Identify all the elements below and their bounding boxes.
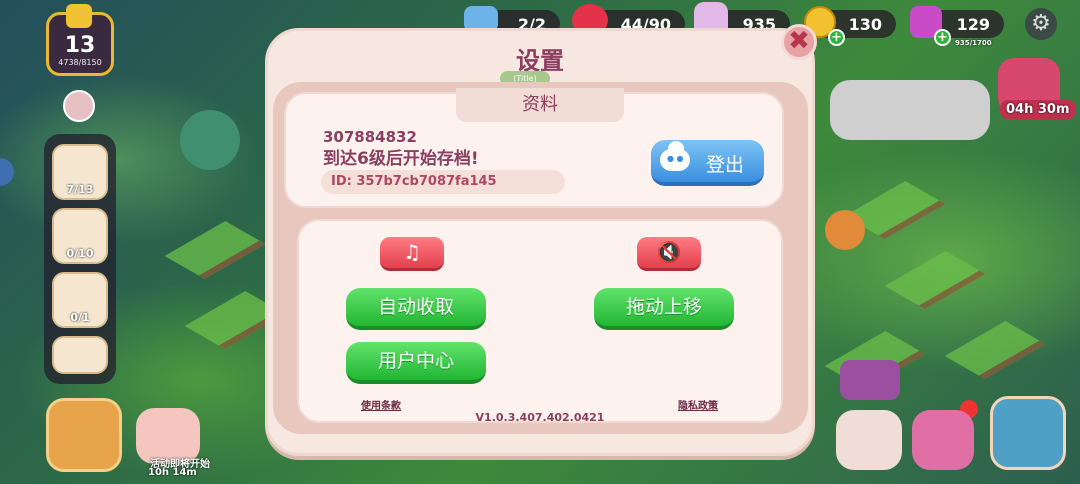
auto-collect-button[interactable]: 自动收取 bbox=[346, 288, 486, 330]
compass-button[interactable] bbox=[46, 398, 122, 472]
xp-progress: 4738/8150 bbox=[58, 58, 102, 67]
order-item[interactable]: 7/13 bbox=[52, 144, 108, 200]
privacy-link[interactable]: 隐私政策 bbox=[678, 397, 718, 412]
version-label: V1.0.3.407.402.0421 bbox=[475, 411, 605, 424]
logout-label: 登出 bbox=[706, 154, 745, 176]
gems-value: 129 bbox=[956, 14, 990, 34]
castle-building bbox=[830, 80, 990, 140]
shop-button[interactable] bbox=[990, 396, 1066, 470]
edit-icon[interactable] bbox=[63, 90, 95, 122]
cloud-icon: ● ● bbox=[660, 141, 690, 171]
level-number: 13 bbox=[64, 33, 96, 58]
chest-timer: 04h 30m bbox=[1000, 100, 1076, 119]
order-count: 0/1 bbox=[70, 311, 90, 324]
order-count: 0/10 bbox=[66, 247, 94, 260]
save-message: 到达6级后开始存档! bbox=[323, 149, 479, 169]
music-off-icon: ♫ bbox=[403, 240, 421, 264]
order-count: 7/13 bbox=[66, 183, 94, 196]
device-id: ID: 357b7cb7087fa145 bbox=[321, 170, 565, 194]
sound-mute-icon: 🔇 bbox=[656, 240, 682, 264]
order-item[interactable]: 0/10 bbox=[52, 208, 108, 264]
order-item[interactable] bbox=[52, 336, 108, 374]
logout-button[interactable]: ● ● 登出 bbox=[651, 140, 764, 186]
gems-cap: 935/1700 bbox=[955, 39, 992, 47]
music-toggle[interactable]: ♫ bbox=[380, 237, 444, 271]
add-gems-button[interactable]: + bbox=[934, 29, 951, 46]
grass-tile bbox=[164, 220, 266, 280]
star-icon bbox=[66, 4, 92, 28]
add-coins-button[interactable]: + bbox=[828, 29, 845, 46]
drag-up-button[interactable]: 拖动上移 bbox=[594, 288, 734, 330]
grass-tile bbox=[944, 320, 1046, 380]
tree-icon bbox=[825, 210, 865, 250]
user-center-button[interactable]: 用户中心 bbox=[346, 342, 486, 384]
tree-icon bbox=[180, 110, 240, 170]
coins-value: 130 bbox=[848, 14, 882, 34]
gear-icon[interactable]: ⚙ bbox=[1025, 8, 1057, 40]
profile-tab: 资料 bbox=[456, 88, 624, 122]
grass-tile bbox=[884, 250, 986, 310]
order-item[interactable]: 0/1 bbox=[52, 272, 108, 328]
terms-link[interactable]: 使用条款 bbox=[361, 397, 401, 412]
close-button[interactable]: ✖ bbox=[781, 24, 817, 60]
order-sidebar: 7/13 0/10 0/1 bbox=[44, 134, 116, 384]
sound-toggle[interactable]: 🔇 bbox=[637, 237, 701, 271]
building-icon bbox=[840, 360, 900, 400]
event-timer: 10h 14m bbox=[148, 467, 197, 478]
